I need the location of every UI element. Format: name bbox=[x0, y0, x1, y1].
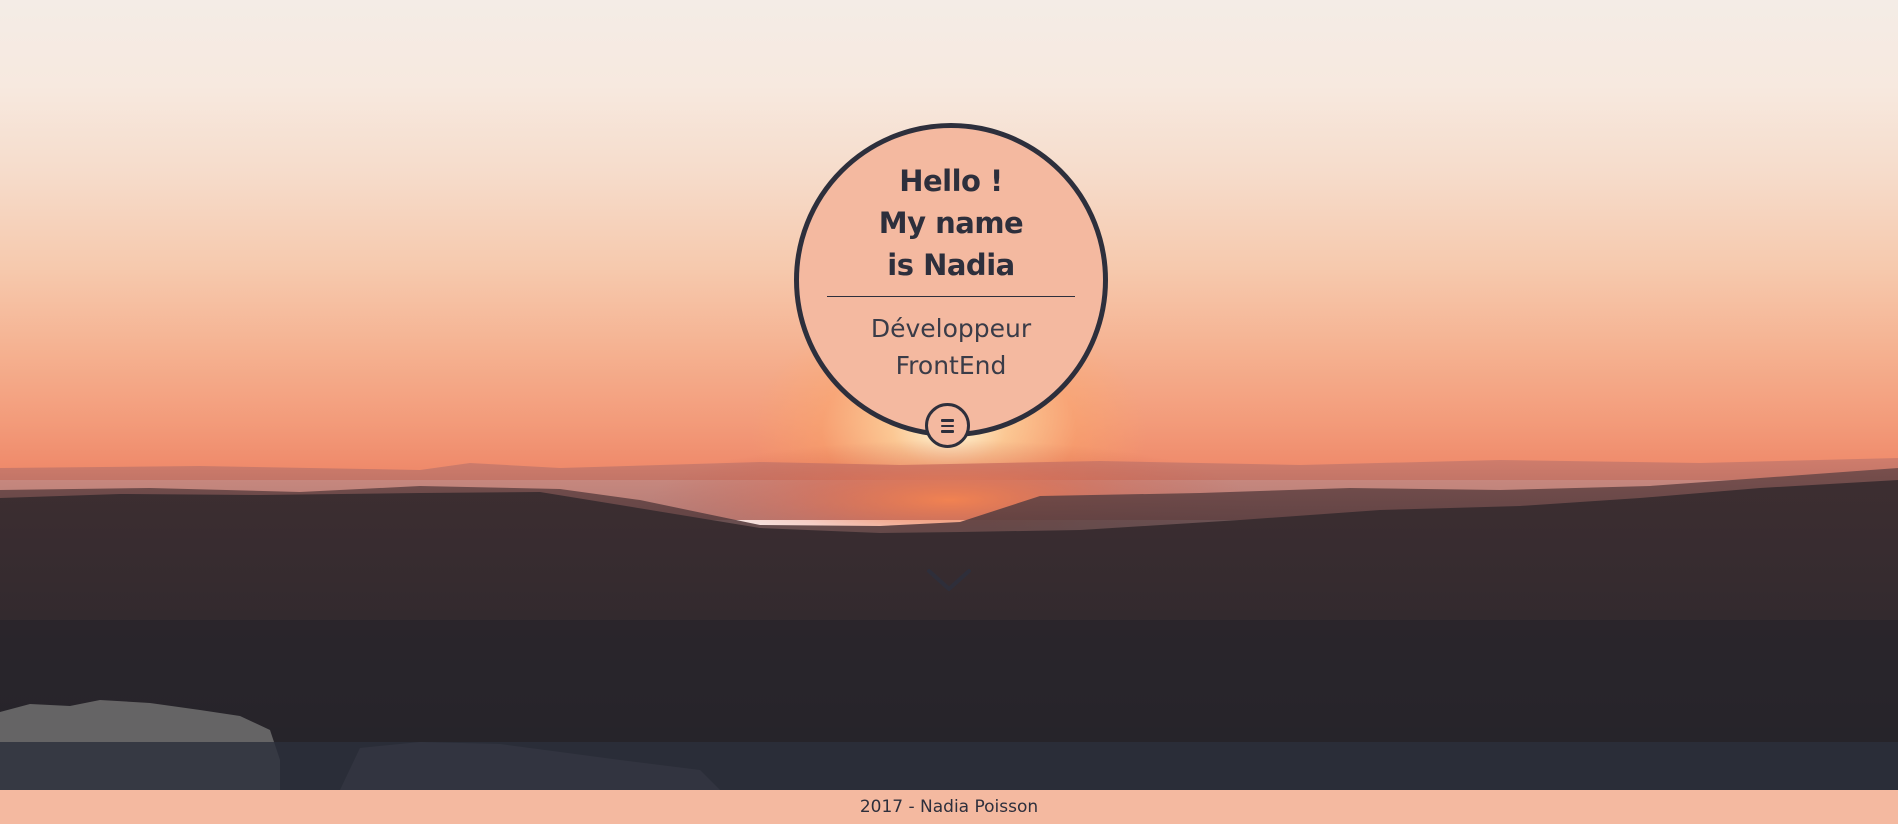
greeting-heading: Hello ! My name is Nadia bbox=[799, 160, 1103, 286]
profile-circle: Hello ! My name is Nadia Développeur Fro… bbox=[794, 123, 1108, 437]
greeting-line: My name bbox=[878, 206, 1024, 240]
footer-band bbox=[0, 742, 1898, 790]
footer-text: 2017 - Nadia Poisson bbox=[859, 797, 1039, 817]
greeting-line: Hello ! bbox=[899, 164, 1003, 198]
menu-button[interactable] bbox=[925, 403, 970, 448]
divider bbox=[827, 296, 1075, 297]
scroll-down-button[interactable] bbox=[925, 565, 973, 595]
chevron-down-icon bbox=[927, 569, 971, 591]
job-title: Développeur FrontEnd bbox=[799, 310, 1103, 384]
job-title-line: Développeur bbox=[870, 314, 1032, 343]
footer: 2017 - Nadia Poisson bbox=[0, 790, 1898, 824]
job-title-line: FrontEnd bbox=[895, 351, 1007, 380]
greeting-line: is Nadia bbox=[887, 248, 1015, 282]
